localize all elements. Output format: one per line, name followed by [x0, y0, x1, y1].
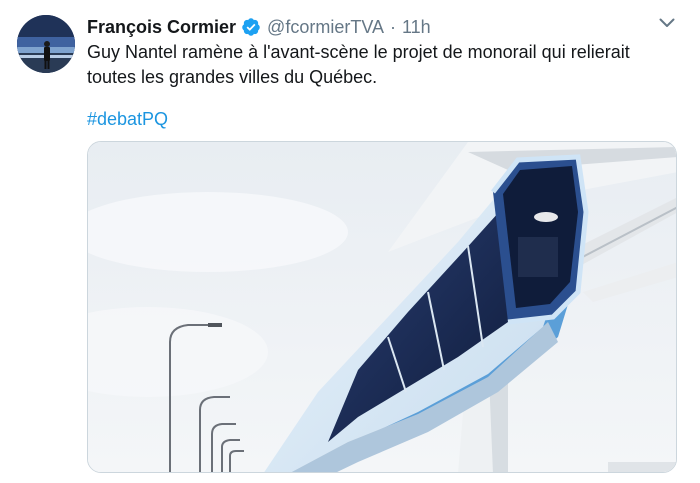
tweet-timestamp[interactable]: 11h	[402, 17, 431, 38]
author-handle[interactable]: @fcormierTVA	[267, 17, 384, 38]
chevron-down-icon[interactable]	[656, 12, 678, 34]
tweet-card[interactable]: François Cormier @fcormierTVA · 11h Guy …	[0, 0, 700, 483]
tweet-text-line: Guy Nantel ramène à l'avant-scène le pro…	[87, 42, 630, 62]
tweet-text-line: toutes les grandes villes du Québec.	[87, 67, 378, 87]
avatar-image	[17, 15, 75, 73]
tweet-text: Guy Nantel ramène à l'avant-scène le pro…	[87, 40, 677, 90]
tweet-media-image[interactable]	[87, 141, 677, 473]
hashtag-link[interactable]: #debatPQ	[87, 107, 168, 132]
monorail-image	[88, 142, 676, 472]
avatar[interactable]	[17, 15, 75, 73]
separator-dot: ·	[390, 16, 396, 37]
verified-badge-icon	[241, 17, 261, 37]
author-name[interactable]: François Cormier	[87, 17, 236, 38]
tweet-header: François Cormier @fcormierTVA · 11h	[87, 14, 680, 40]
